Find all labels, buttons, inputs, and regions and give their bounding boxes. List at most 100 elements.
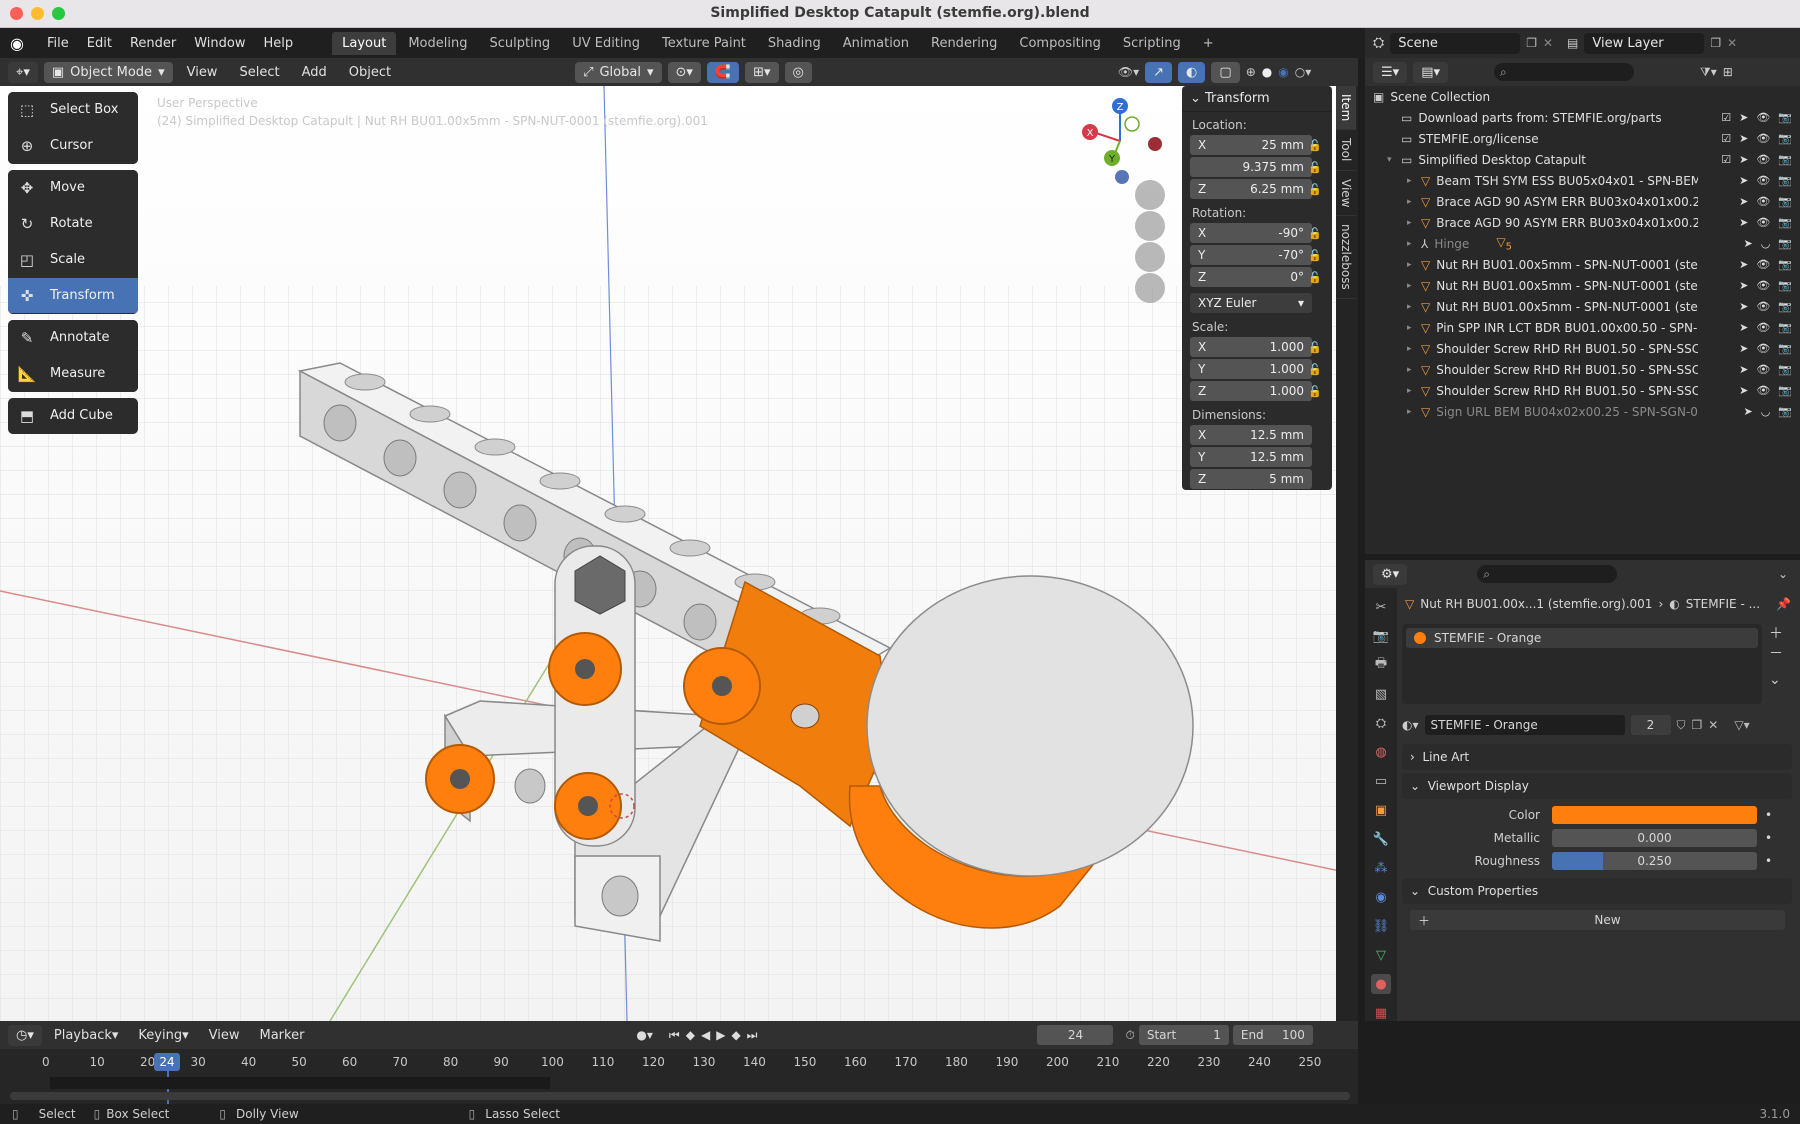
shading-solid-icon[interactable]: ● [1262, 65, 1272, 79]
chevron-right-icon[interactable]: ▸ [1407, 197, 1421, 207]
tool-add-cube[interactable]: ⬒ Add Cube [8, 398, 138, 434]
outliner-search-input[interactable]: ⌕ [1494, 63, 1634, 81]
menu-file[interactable]: File [38, 36, 78, 51]
timeline-menu-marker[interactable]: Marker [251, 1025, 312, 1046]
object-properties-icon[interactable]: ▣ [1371, 800, 1391, 820]
scale-x-field[interactable]: X 1.000 [1190, 337, 1312, 357]
transform-panel-header[interactable]: ⌄ Transform [1182, 86, 1332, 112]
duplicate-material-icon[interactable]: ❐ [1692, 718, 1703, 732]
location-z-field[interactable]: Z 6.25 mm [1190, 179, 1312, 199]
outliner-row[interactable]: ▭ STEMFIE.org/license ☑ ➤ 👁 📷 [1365, 128, 1800, 149]
tab-scripting[interactable]: Scripting [1113, 32, 1191, 55]
menu-window[interactable]: Window [185, 36, 254, 51]
tab-uv-editing[interactable]: UV Editing [562, 32, 650, 55]
orthographic-grid-icon[interactable] [1135, 273, 1165, 303]
physics-properties-icon[interactable]: ◉ [1371, 887, 1391, 907]
selectable-arrow-icon[interactable]: ➤ [1739, 216, 1748, 229]
timeline[interactable]: 0 10 20 30 40 50 60 70 80 90 100 110 120 130 140 150 160… [0, 1049, 1358, 1104]
viewport-menu-view[interactable]: View [179, 62, 226, 83]
tab-tool[interactable]: Tool [1336, 130, 1356, 171]
visibility-icon[interactable]: 👁▾ [1118, 65, 1139, 79]
properties-search-input[interactable]: ⌕ [1477, 565, 1618, 583]
playhead-frame-indicator[interactable]: 24 [154, 1053, 180, 1071]
new-collection-icon[interactable]: ⊞ [1723, 65, 1733, 79]
rotation-z-field[interactable]: Z 0° [1190, 267, 1312, 287]
selectable-arrow-icon[interactable]: ➤ [1739, 153, 1748, 166]
camera-icon[interactable]: 📷 [1778, 321, 1792, 334]
new-property-button[interactable]: ＋ New [1410, 910, 1785, 930]
color-swatch[interactable] [1552, 806, 1757, 824]
chevron-down-icon[interactable]: ⌄ [1778, 567, 1788, 581]
selectable-arrow-icon[interactable]: ➤ [1739, 258, 1748, 271]
eye-icon[interactable]: 👁 [1756, 342, 1770, 355]
selectable-arrow-icon[interactable]: ➤ [1739, 132, 1748, 145]
lock-icon[interactable]: 🔓 [1308, 385, 1322, 398]
tab-layout[interactable]: Layout [332, 31, 397, 55]
tool-cursor[interactable]: ⊕ Cursor [8, 128, 138, 164]
proportional-edit-icon[interactable]: ◎ [784, 61, 812, 83]
location-x-field[interactable]: X 25 mm [1190, 135, 1312, 155]
outliner-row[interactable]: ▸ ▽ Brace AGD 90 ASYM ERR BU03x04x01x00.25… [1365, 191, 1800, 212]
xray-toggle-icon[interactable]: ▢ [1211, 61, 1240, 83]
outliner-row[interactable]: ▸ ▽ Nut RH BU01.00x5mm - SPN-NUT-0001 (ste… [1365, 275, 1800, 296]
tab-texture-paint[interactable]: Texture Paint [652, 32, 756, 55]
pin-icon[interactable]: 📌 [1776, 597, 1791, 611]
selectable-arrow-icon[interactable]: ➤ [1739, 195, 1748, 208]
record-icon[interactable]: ●▾ [636, 1028, 653, 1042]
eye-icon[interactable]: 👁 [1756, 384, 1770, 397]
viewport-menu-select[interactable]: Select [231, 62, 287, 83]
material-link-icon[interactable]: ▽▾ [1734, 718, 1749, 732]
chevron-right-icon[interactable]: ▸ [1407, 344, 1421, 354]
properties-editor-type-icon[interactable]: ⚙▾ [1373, 563, 1408, 585]
dimensions-x-field[interactable]: X 12.5 mm [1190, 425, 1312, 445]
world-properties-icon[interactable]: ◍ [1371, 742, 1391, 762]
rotation-y-field[interactable]: Y -70° [1190, 245, 1312, 265]
scene-properties-icon[interactable]: ⛭ [1371, 713, 1391, 733]
delete-view-layer-icon[interactable]: ✕ [1727, 36, 1737, 50]
outliner-row[interactable]: ▸ ▽ Shoulder Screw RHD RH BU01.50 - SPN-SS… [1365, 338, 1800, 359]
tab-compositing[interactable]: Compositing [1009, 32, 1111, 55]
menu-help[interactable]: Help [255, 36, 303, 51]
tool-rotate[interactable]: ↻ Rotate [8, 206, 138, 242]
material-properties-icon[interactable]: ● [1371, 974, 1391, 994]
rotation-x-field[interactable]: X -90° [1190, 223, 1312, 243]
pan-hand-icon[interactable] [1135, 211, 1165, 241]
texture-properties-icon[interactable]: ▦ [1371, 1003, 1391, 1023]
tab-view[interactable]: View [1336, 171, 1356, 217]
tool-scale[interactable]: ◰ Scale [8, 242, 138, 278]
tool-measure[interactable]: 📐 Measure [8, 356, 138, 392]
tab-shading[interactable]: Shading [758, 32, 831, 55]
camera-icon[interactable]: 📷 [1778, 279, 1792, 292]
eye-icon[interactable]: 👁 [1756, 216, 1770, 229]
outliner-row[interactable]: ▸ ▽ Beam TSH SYM ESS BU05x04x01 - SPN-BEM-… [1365, 170, 1800, 191]
display-mode-icon[interactable]: ▤▾ [1413, 61, 1448, 83]
camera-icon[interactable]: 📷 [1778, 195, 1792, 208]
stopwatch-icon[interactable]: ⏱ [1125, 1028, 1134, 1043]
tab-item[interactable]: Item [1336, 86, 1356, 131]
data-properties-icon[interactable]: ▽ [1371, 945, 1391, 965]
scale-y-field[interactable]: Y 1.000 [1190, 359, 1312, 379]
outliner-row[interactable]: ▭ Download parts from: STEMFIE.org/parts ☑… [1365, 107, 1800, 128]
selectable-arrow-icon[interactable]: ➤ [1739, 321, 1748, 334]
lock-icon[interactable]: 🔓 [1308, 183, 1322, 196]
scale-z-field[interactable]: Z 1.000 [1190, 381, 1312, 401]
play-reverse-icon[interactable]: ◀ [701, 1028, 716, 1042]
new-scene-icon[interactable]: ❐ [1526, 36, 1537, 50]
view-layer-properties-icon[interactable]: ▧ [1371, 684, 1391, 704]
slot-specials-icon[interactable]: ⌄ [1769, 670, 1783, 690]
outliner-editor-type-icon[interactable]: ☰▾ [1373, 61, 1408, 83]
camera-icon[interactable]: 📷 [1778, 237, 1792, 250]
object-mode-dropdown[interactable]: ▣ Object Mode ▾ [43, 61, 173, 83]
selectable-arrow-icon[interactable]: ➤ [1739, 279, 1748, 292]
camera-icon[interactable]: 📷 [1778, 216, 1792, 229]
roughness-slider[interactable]: 0.250 [1552, 852, 1757, 870]
outliner-row[interactable]: ▾ ▭ Simplified Desktop Catapult ☑ ➤ 👁 📷 [1365, 149, 1800, 170]
tab-rendering[interactable]: Rendering [921, 32, 1007, 55]
rotation-mode-dropdown[interactable]: XYZ Euler ▾ [1190, 293, 1312, 313]
add-slot-icon[interactable]: ＋ [1769, 624, 1783, 644]
filter-icon[interactable]: ⧩▾ [1700, 65, 1717, 80]
selectable-arrow-icon[interactable]: ➤ [1739, 174, 1748, 187]
start-frame-field[interactable]: Start 1 [1138, 1025, 1229, 1045]
outliner-row[interactable]: ▸ ▽ Brace AGD 90 ASYM ERR BU03x04x01x00.25… [1365, 212, 1800, 233]
keyframe-dot-icon[interactable]: • [1765, 808, 1772, 822]
